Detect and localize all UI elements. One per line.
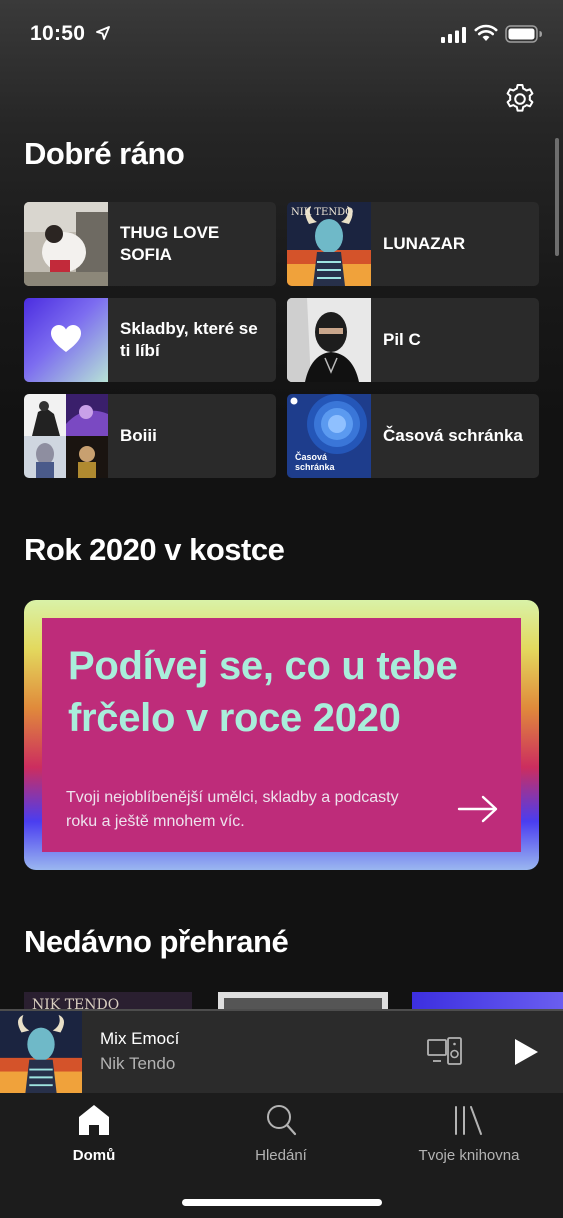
now-playing-artist: Nik Tendo bbox=[100, 1054, 176, 1073]
album-art bbox=[24, 202, 108, 286]
greeting-heading: Dobré ráno bbox=[24, 136, 185, 171]
settings-gear-icon[interactable] bbox=[503, 82, 537, 116]
art-caption: Časová schránka bbox=[295, 452, 335, 472]
wifi-icon bbox=[474, 24, 498, 41]
tab-home[interactable]: Domů bbox=[0, 1093, 188, 1173]
heart-icon bbox=[51, 325, 81, 352]
shortcut-label: LUNAZAR bbox=[383, 234, 466, 253]
shortcut-label: Boiii bbox=[120, 426, 157, 445]
svg-text:NIK TENDO: NIK TENDO bbox=[291, 207, 353, 218]
home-icon bbox=[79, 1105, 109, 1135]
now-playing-title: Mix Emocí bbox=[100, 1029, 180, 1048]
recently-played-heading: Nedávno přehrané bbox=[24, 924, 289, 959]
playlist-mosaic bbox=[24, 394, 108, 478]
shortcut-label: Časová schránka bbox=[383, 426, 523, 445]
shortcut-tile-lunazar[interactable]: NIK TENDO LUNAZAR bbox=[287, 202, 539, 286]
now-playing-art bbox=[0, 1011, 82, 1093]
shortcut-tile-boiii[interactable]: Boiii bbox=[24, 394, 276, 478]
tab-label: Hledání bbox=[255, 1147, 307, 1164]
home-indicator bbox=[182, 1199, 382, 1206]
tab-library[interactable]: Tvoje knihovna bbox=[375, 1093, 563, 1173]
wrapped-banner[interactable]: Podívej se, co u tebe frčelo v roce 2020… bbox=[24, 600, 539, 870]
scroll-indicator[interactable] bbox=[555, 138, 559, 256]
wrapped-banner-subtitle: Tvoji nejoblíbenější umělci, skladby a p… bbox=[66, 789, 399, 830]
tab-label: Tvoje knihovna bbox=[418, 1147, 520, 1164]
search-icon bbox=[267, 1105, 297, 1136]
cellular-signal-icon bbox=[441, 27, 466, 43]
artist-image bbox=[287, 298, 371, 382]
wrapped-heading: Rok 2020 v kostce bbox=[24, 532, 285, 567]
wrapped-banner-card[interactable]: Podívej se, co u tebe frčelo v roce 2020… bbox=[42, 618, 521, 852]
album-art: NIK TENDO bbox=[287, 202, 371, 286]
arrow-right-icon bbox=[457, 795, 498, 823]
playlist-art: Časová schránka bbox=[287, 394, 371, 478]
shortcut-label: Skladby, které se ti líbí bbox=[120, 319, 258, 360]
shortcut-label: Pil C bbox=[383, 330, 421, 349]
liked-songs-art bbox=[24, 298, 108, 382]
status-time: 10:50 bbox=[30, 22, 86, 45]
location-arrow-icon bbox=[96, 26, 110, 40]
connect-devices-icon[interactable] bbox=[427, 1037, 463, 1065]
shortcut-tile-liked-songs[interactable]: Skladby, které se ti líbí bbox=[24, 298, 276, 382]
now-playing-bar[interactable]: Mix Emocí Nik Tendo bbox=[0, 1011, 563, 1093]
shortcut-tile-casova-schranka[interactable]: Časová schránka Časová schránka bbox=[287, 394, 539, 478]
shortcut-tile-pil-c[interactable]: Pil C bbox=[287, 298, 539, 382]
wrapped-banner-title: Podívej se, co u tebe frčelo v roce 2020 bbox=[68, 644, 458, 740]
tab-label: Domů bbox=[72, 1147, 116, 1164]
status-bar: 10:50 bbox=[0, 0, 563, 70]
library-icon bbox=[455, 1106, 482, 1135]
tab-search[interactable]: Hledání bbox=[187, 1093, 375, 1173]
battery-icon bbox=[505, 25, 542, 43]
play-icon[interactable] bbox=[512, 1037, 540, 1067]
shortcut-tile-thug-love-sofia[interactable]: THUG LOVE SOFIA bbox=[24, 202, 276, 286]
shortcut-label: THUG LOVE SOFIA bbox=[120, 223, 220, 264]
